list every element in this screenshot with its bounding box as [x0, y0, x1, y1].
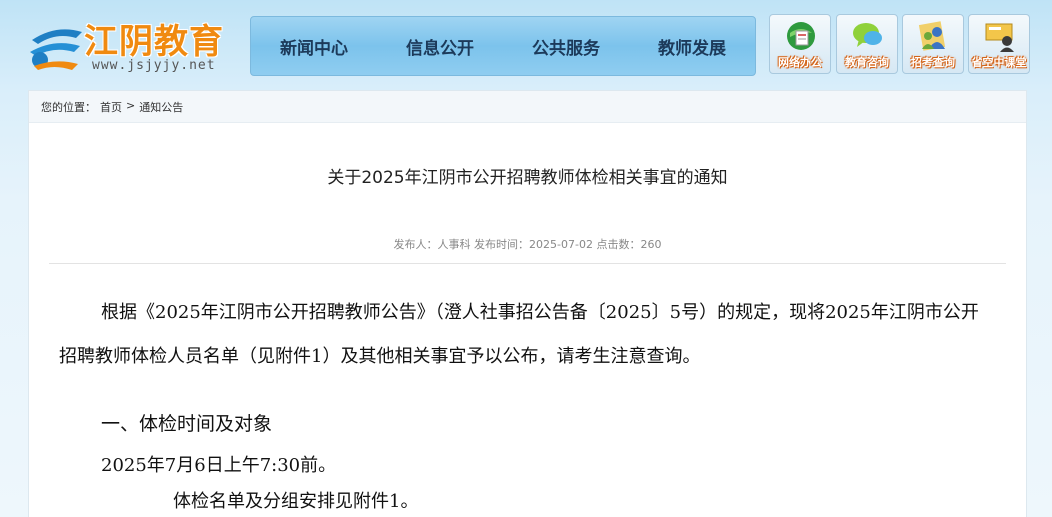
quick-link-label: 省空中课堂 [971, 56, 1027, 69]
quick-link-label: 网络办公 [778, 56, 822, 69]
nav-item-teacher-development[interactable]: 教师发展 [629, 34, 755, 59]
breadcrumb: 您的位置： 首页 > 通知公告 [29, 91, 1026, 123]
quick-link-education-consult[interactable]: 教育咨询 [836, 14, 898, 74]
quick-link-online-office[interactable]: 网络办公 [769, 14, 831, 74]
article-title: 关于2025年江阴市公开招聘教师体检相关事宜的通知 [327, 168, 728, 188]
quick-link-label: 招考查询 [911, 56, 955, 69]
divider [49, 263, 1006, 264]
quick-link-exam-query[interactable]: 招考查询 [902, 14, 964, 74]
schedule-line: 体检名单及分组安排见附件1。 [173, 491, 419, 512]
quick-link-label: 教育咨询 [845, 56, 889, 69]
site-header: 江阴教育 www.jsjyjy.net 新闻中心 信息公开 公共服务 教师发展 … [0, 0, 1052, 90]
main-nav: 新闻中心 信息公开 公共服务 教师发展 [250, 16, 756, 76]
classroom-icon [985, 23, 1014, 52]
article-paragraph: 根据《2025年江阴市公开招聘教师公告》（澄人社事招公告备〔2025〕5号）的规… [59, 302, 979, 367]
nav-item-public-service[interactable]: 公共服务 [503, 34, 629, 59]
breadcrumb-home-link[interactable]: 首页 [100, 99, 122, 114]
people-icon [918, 21, 946, 51]
breadcrumb-separator: > [126, 99, 136, 112]
logo-mark-icon [30, 29, 82, 70]
content-panel: 您的位置： 首页 > 通知公告 关于2025年江阴市公开招聘教师体检相关事宜的通… [28, 90, 1027, 517]
chat-bubble-icon [853, 23, 882, 47]
nav-item-info-disclosure[interactable]: 信息公开 [377, 34, 503, 59]
exam-time-line: 2025年7月6日上午7:30前。 [101, 455, 337, 476]
quick-link-air-classroom[interactable]: 省空中课堂 [968, 14, 1030, 74]
article-meta: 发布人：人事科 发布时间：2025-07-02 点击数：260 [393, 238, 662, 251]
logo-title: 江阴教育 [84, 22, 224, 62]
site-logo[interactable]: 江阴教育 www.jsjyjy.net [26, 10, 256, 80]
section-heading: 一、体检时间及对象 [101, 413, 273, 435]
breadcrumb-prefix: 您的位置： [41, 101, 96, 114]
nav-item-news[interactable]: 新闻中心 [251, 34, 377, 59]
globe-icon [787, 22, 815, 50]
breadcrumb-current-link[interactable]: 通知公告 [139, 99, 183, 114]
article-body: 根据《2025年江阴市公开招聘教师公告》（澄人社事招公告备〔2025〕5号）的规… [59, 291, 989, 512]
logo-url: www.jsjyjy.net [92, 58, 216, 73]
